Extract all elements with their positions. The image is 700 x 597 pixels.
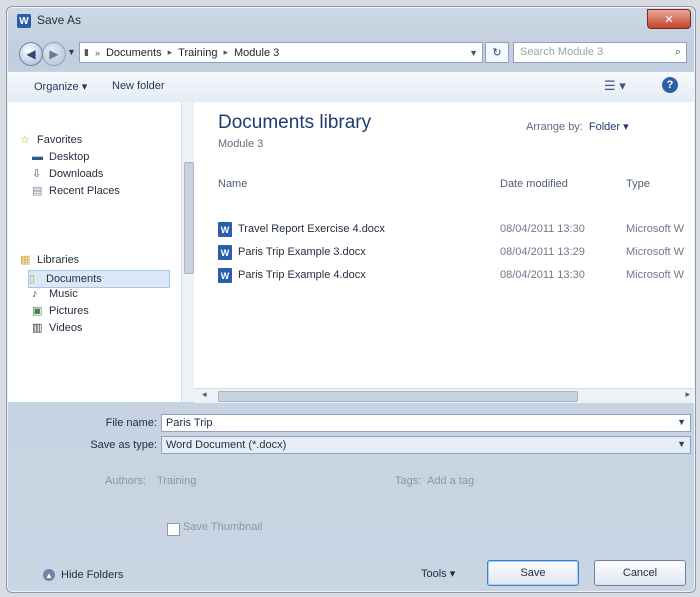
file-name: Paris Trip Example 4.docx xyxy=(238,269,366,281)
new-folder-button[interactable]: New folder xyxy=(112,80,165,92)
libraries-icon: ▦ xyxy=(20,254,31,266)
folder-icon: ▮ xyxy=(84,47,89,57)
tools-button[interactable]: Tools ▾ xyxy=(421,567,455,580)
cancel-button[interactable]: Cancel xyxy=(594,560,686,586)
library-subtitle: Module 3 xyxy=(218,138,264,150)
save-as-dialog: W Save As ✕ ◀ ▶ ▼ ▮ » Documents ▸ Traini… xyxy=(6,6,696,593)
tags-label: Tags: xyxy=(395,475,422,487)
file-name: Travel Report Exercise 4.docx xyxy=(238,223,385,235)
arrange-by: Arrange by: Folder ▾ xyxy=(526,121,629,133)
pictures-icon: ▣ xyxy=(32,305,43,317)
library-title: Documents library xyxy=(218,112,372,133)
file-row[interactable]: W Paris Trip Example 4.docx 08/04/2011 1… xyxy=(218,267,694,285)
horizontal-scrollbar[interactable]: ◂ ▸ xyxy=(194,388,694,403)
refresh-icon: ↻ xyxy=(492,47,502,59)
recent-places-icon: ▤ xyxy=(32,185,43,197)
scrollbar-thumb[interactable] xyxy=(184,162,194,274)
back-button[interactable]: ◀ xyxy=(19,42,43,66)
command-toolbar: Organize ▾ New folder ☰ ▾ ? xyxy=(8,71,694,103)
sidebar-item-videos[interactable]: ▥ Videos xyxy=(32,322,82,334)
file-row[interactable]: W Paris Trip Example 3.docx 08/04/2011 1… xyxy=(218,244,694,262)
breadcrumb-documents[interactable]: Documents xyxy=(106,47,162,59)
organize-button[interactable]: Organize ▾ xyxy=(34,80,87,93)
search-placeholder: Search Module 3 xyxy=(520,46,604,58)
file-type: Microsoft W xyxy=(626,269,685,281)
file-date: 08/04/2011 13:29 xyxy=(500,246,585,258)
change-view-icon[interactable]: ☰ ▾ xyxy=(604,78,626,94)
sidebar-libraries[interactable]: ▦ Libraries xyxy=(20,254,79,266)
search-input[interactable]: Search Module 3 ⌕ xyxy=(513,42,687,63)
sidebar-item-music[interactable]: ♪ Music xyxy=(32,288,78,300)
sidebar-item-recent-places[interactable]: ▤ Recent Places xyxy=(32,185,120,197)
file-name-label: File name: xyxy=(105,417,157,429)
sidebar-item-desktop[interactable]: ▬ Desktop xyxy=(32,151,89,163)
file-row[interactable]: W Travel Report Exercise 4.docx 08/04/20… xyxy=(218,221,694,239)
scrollbar-thumb[interactable] xyxy=(218,391,578,402)
navigation-bar: ◀ ▶ ▼ ▮ » Documents ▸ Training ▸ Module … xyxy=(15,41,687,67)
save-type-dropdown-icon[interactable]: ▼ xyxy=(677,439,686,449)
word-document-icon: W xyxy=(218,222,232,237)
save-as-type-label: Save as type: xyxy=(90,439,157,451)
file-name-field[interactable]: Paris Trip ▼ xyxy=(161,414,691,432)
arrow-left-icon: ◀ xyxy=(26,47,36,61)
search-icon[interactable]: ⌕ xyxy=(675,46,681,59)
hide-folders-button[interactable]: ▲ Hide Folders xyxy=(43,569,123,581)
file-date: 08/04/2011 13:30 xyxy=(500,223,585,235)
authors-value[interactable]: Training xyxy=(157,475,196,487)
scroll-left-icon[interactable]: ◂ xyxy=(202,389,207,400)
history-dropdown-icon[interactable]: ▼ xyxy=(67,47,76,57)
refresh-button[interactable]: ↻ xyxy=(485,42,509,63)
word-app-icon: W xyxy=(17,14,31,28)
breadcrumb-module-3[interactable]: Module 3 xyxy=(234,47,279,59)
save-thumbnail-checkbox[interactable] xyxy=(167,523,180,536)
column-header-date[interactable]: Date modified xyxy=(500,178,568,190)
desktop-icon: ▬ xyxy=(32,151,43,163)
forward-button[interactable]: ▶ xyxy=(42,42,66,66)
address-bar[interactable]: ▮ » Documents ▸ Training ▸ Module 3 ▼ xyxy=(79,42,483,63)
close-button[interactable]: ✕ xyxy=(647,9,691,29)
address-dropdown-icon[interactable]: ▼ xyxy=(469,48,478,58)
authors-label: Authors: xyxy=(105,475,146,487)
navigation-pane: ☆ Favorites ▬ Desktop ⇩ Downloads ▤ Rece… xyxy=(8,102,191,402)
downloads-icon: ⇩ xyxy=(32,168,42,180)
word-document-icon: W xyxy=(218,268,232,283)
arrow-right-icon: ▶ xyxy=(49,47,59,61)
save-thumbnail-label: Save Thumbnail xyxy=(183,521,263,533)
breadcrumb-training[interactable]: Training xyxy=(178,47,217,59)
file-date: 08/04/2011 13:30 xyxy=(500,269,585,281)
navigation-scrollbar[interactable] xyxy=(181,102,194,402)
music-icon: ♪ xyxy=(32,288,38,300)
file-name-dropdown-icon[interactable]: ▼ xyxy=(677,417,686,427)
sidebar-item-downloads[interactable]: ⇩ Downloads xyxy=(32,168,103,180)
videos-icon: ▥ xyxy=(32,322,43,334)
star-icon: ☆ xyxy=(20,134,30,146)
chevron-right-icon[interactable]: ▸ xyxy=(223,47,228,58)
title-bar: W Save As ✕ xyxy=(7,7,695,35)
scroll-right-icon[interactable]: ▸ xyxy=(685,389,690,400)
tags-input[interactable]: Add a tag xyxy=(427,475,474,487)
column-header-name[interactable]: Name xyxy=(218,178,247,190)
window-title: Save As xyxy=(37,13,82,27)
sidebar-item-pictures[interactable]: ▣ Pictures xyxy=(32,305,89,317)
word-document-icon: W xyxy=(218,245,232,260)
sidebar-favorites[interactable]: ☆ Favorites xyxy=(20,134,82,146)
file-list-pane: Documents library Module 3 Arrange by: Fo… xyxy=(194,102,694,388)
sidebar-item-documents[interactable]: ▯ Documents xyxy=(28,270,170,288)
save-button[interactable]: Save xyxy=(487,560,579,586)
chevron-up-icon: ▲ xyxy=(43,569,55,581)
chevron-right-icon[interactable]: ▸ xyxy=(168,47,173,58)
file-name: Paris Trip Example 3.docx xyxy=(238,246,366,258)
help-icon[interactable]: ? xyxy=(662,77,678,93)
file-type: Microsoft W xyxy=(626,246,685,258)
column-header-type[interactable]: Type xyxy=(626,178,650,190)
arrange-by-dropdown[interactable]: Folder ▾ xyxy=(589,121,629,133)
file-type: Microsoft W xyxy=(626,223,685,235)
documents-icon: ▯ xyxy=(29,273,36,285)
save-as-type-select[interactable]: Word Document (*.docx) ▼ xyxy=(161,436,691,454)
